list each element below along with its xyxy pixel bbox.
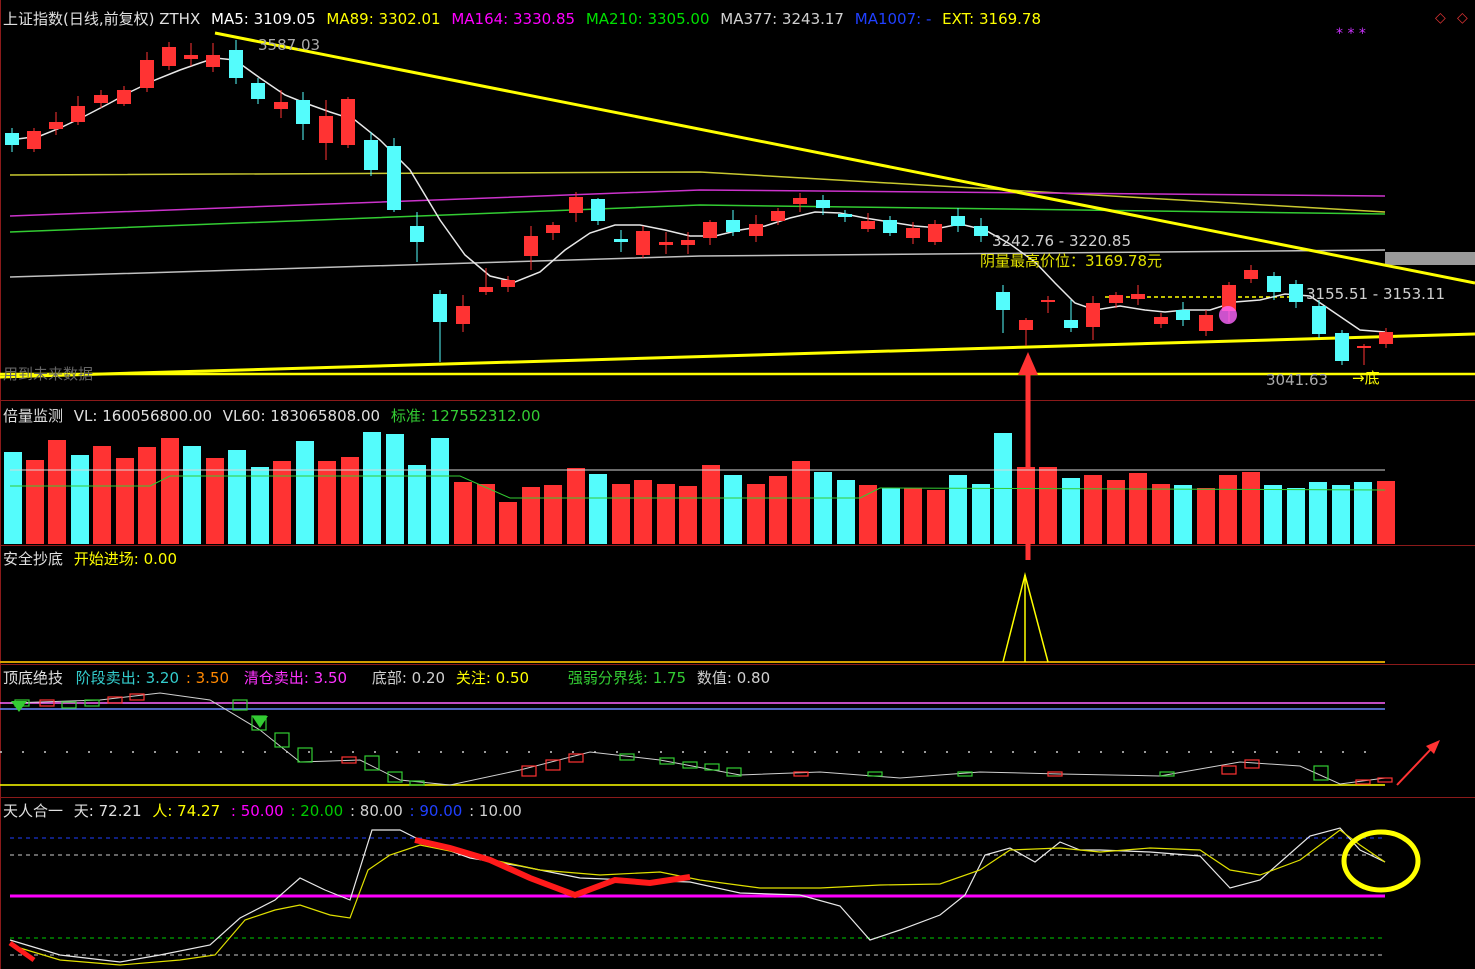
candle-down [591, 198, 605, 225]
tianren-header: 天人合一 天: 72.21 人: 74.27 : 50.00 : 20.00 :… [3, 800, 528, 821]
candle-up [162, 42, 176, 70]
ma210-line [9, 204, 1386, 233]
stage-sell-value: : 3.50 [185, 669, 230, 687]
candle-up [928, 220, 942, 245]
candle-up [861, 213, 875, 232]
candle-down [296, 92, 310, 140]
candle-down [614, 230, 628, 252]
candle-up [117, 86, 131, 106]
candle-up [71, 96, 85, 125]
up-arrow [1396, 747, 1433, 786]
ma164-line [9, 189, 1386, 217]
candle-down [1176, 302, 1190, 326]
safe-header: 安全抄底 开始进场: 0.00 [3, 548, 183, 569]
candles [5, 40, 1393, 365]
candle-down [387, 138, 401, 212]
bottom-label: 底部: 0.20 [371, 669, 446, 687]
candle-up [659, 232, 673, 254]
candle-up [793, 193, 807, 212]
candle-up [1041, 296, 1055, 313]
tb-curve [9, 692, 1386, 786]
top-bottom-header: 顶底绝技 阶段卖出: 3.20 : 3.50 清仓卖出: 3.50 底部: 0.… [3, 667, 776, 688]
ext-band [1385, 252, 1475, 265]
ma89-line [9, 171, 1386, 213]
candle-up [456, 295, 470, 332]
candle-up [1244, 265, 1258, 283]
low-price-label: 3041.63 [1266, 371, 1329, 389]
chart-canvas[interactable]: * * * [0, 0, 1475, 969]
v80-label: : 80.00 [349, 802, 403, 820]
candle-up [479, 268, 493, 295]
entry-label: 开始进场: 0.00 [73, 550, 178, 568]
svg-text:* * *: * * * [1336, 26, 1366, 42]
candle-up [749, 215, 763, 242]
ma377-line [9, 249, 1386, 278]
candle-up [524, 226, 538, 270]
candle-down [974, 218, 988, 242]
candle-down [364, 132, 378, 176]
std-label: 标准: 127552312.00 [390, 407, 541, 425]
ma5-line [9, 57, 1386, 333]
watch-label: 关注: 0.50 [455, 669, 530, 687]
value-label: 数值: 0.80 [696, 669, 771, 687]
bottom-marker-label: →底 [1352, 369, 1380, 387]
signal-glow [1219, 306, 1237, 324]
candle-down [251, 78, 265, 104]
stage-sell-label: 阶段卖出: 3.20 [75, 669, 180, 687]
downtrend-line [214, 31, 1475, 285]
tianren-title: 天人合一 [3, 802, 64, 820]
v90-label: : 90.00 [409, 802, 463, 820]
candle-down [1289, 280, 1303, 308]
tb-title: 顶底绝技 [3, 669, 64, 687]
candle-down [1335, 330, 1349, 365]
ren-highlight [414, 837, 691, 899]
candle-down [883, 216, 897, 236]
v50-label: : 50.00 [230, 802, 284, 820]
candle-up [1357, 344, 1371, 365]
candle-down [5, 128, 19, 152]
candle-up [1086, 296, 1100, 340]
candle-up [27, 128, 41, 152]
future-data-label: 用到未来数据 [3, 365, 94, 383]
highlight-circle [1341, 829, 1421, 893]
candle-down [951, 208, 965, 232]
high-price-label: 3587.03 [258, 36, 321, 54]
range2-label: 3155.51 - 3153.11 [1306, 285, 1446, 303]
candle-up [636, 226, 650, 258]
candle-down [1064, 300, 1078, 332]
candle-up [771, 208, 785, 225]
candle-up [1019, 318, 1033, 346]
volume-title: 倍量监测 [3, 407, 64, 425]
v10-label: : 10.00 [469, 802, 522, 820]
support-line [0, 332, 1475, 379]
candle-down [410, 212, 424, 262]
candle-up [341, 97, 355, 148]
candle-up [1154, 313, 1168, 328]
ren-label: 人: 74.27 [152, 802, 221, 820]
tian-label: 天: 72.21 [73, 802, 142, 820]
vl60-label: VL60: 183065808.00 [222, 407, 381, 425]
volume-bars [4, 432, 1395, 544]
candle-up [546, 222, 560, 240]
candle-up [703, 220, 717, 245]
candle-down [433, 290, 447, 362]
candle-down [229, 40, 243, 84]
yin-price-label: 阴量最高价位：3169.78元 [980, 252, 1163, 270]
candle-down [996, 285, 1010, 333]
candle-down [838, 210, 852, 222]
candle-up [274, 90, 288, 118]
candle-up [206, 43, 220, 72]
range-label: 3242.76 - 3220.85 [992, 232, 1132, 250]
v20-label: : 20.00 [290, 802, 344, 820]
divide-label: 强弱分界线: 1.75 [567, 669, 687, 687]
clear-sell-label: 清仓卖出: 3.50 [243, 669, 348, 687]
candle-up [1131, 285, 1145, 305]
volume-header: 倍量监测 VL: 160056800.00 VL60: 183065808.00… [3, 405, 546, 426]
candle-up [184, 43, 198, 66]
candle-up [1199, 310, 1213, 336]
candle-up [140, 52, 154, 92]
candle-up [569, 192, 583, 222]
vl-label: VL: 160056800.00 [73, 407, 212, 425]
safe-title: 安全抄底 [3, 550, 64, 568]
